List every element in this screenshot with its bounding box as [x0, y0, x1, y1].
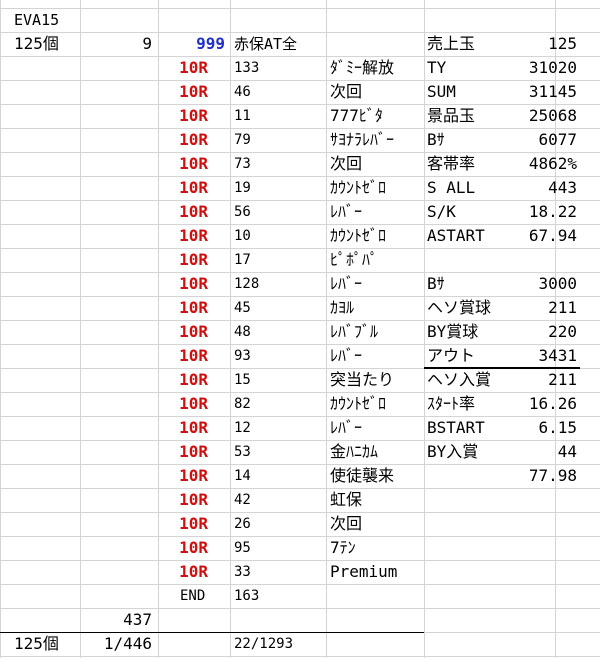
cell-round-count[interactable]: 42: [234, 488, 324, 512]
cell-title[interactable]: EVA15: [14, 8, 84, 32]
cell-round-label[interactable]: 10R: [158, 560, 208, 584]
cell-mode-code[interactable]: 999: [158, 32, 225, 56]
cell-stat-value[interactable]: 31145: [470, 80, 577, 104]
cell-round-count[interactable]: 14: [234, 464, 324, 488]
cell-stat-value[interactable]: 220: [470, 320, 577, 344]
out-row-underline: [424, 367, 580, 369]
cell-round-label[interactable]: 10R: [158, 272, 208, 296]
cell-stat-value[interactable]: 3431: [470, 344, 577, 368]
cell-round-label[interactable]: 10R: [158, 320, 208, 344]
cell-round-count[interactable]: 33: [234, 560, 324, 584]
footer-separator: [0, 632, 424, 633]
cell-round-count[interactable]: 48: [234, 320, 324, 344]
cell-round-note[interactable]: ﾋﾟﾎﾟﾊﾟ: [330, 248, 425, 272]
cell-stat-value[interactable]: 6.15: [470, 416, 577, 440]
cell-stat-value[interactable]: 125: [470, 32, 577, 56]
cell-round-label[interactable]: 10R: [158, 128, 208, 152]
cell-round-label[interactable]: 10R: [158, 464, 208, 488]
cell-round-label[interactable]: 10R: [158, 224, 208, 248]
cell-round-note[interactable]: ﾚﾊﾞｰ: [330, 344, 425, 368]
cell-round-count[interactable]: 73: [234, 152, 324, 176]
cell-count-label[interactable]: 125個: [14, 32, 80, 56]
cell-stat-value[interactable]: 4862%: [470, 152, 577, 176]
cell-round-count[interactable]: 56: [234, 200, 324, 224]
cell-round-note[interactable]: ｶﾖﾙ: [330, 296, 425, 320]
cell-total-value[interactable]: 437: [80, 608, 152, 632]
cell-round-count[interactable]: 11: [234, 104, 324, 128]
cell-round-label[interactable]: 10R: [158, 248, 208, 272]
cell-round-note[interactable]: ｶｳﾝﾄｾﾞﾛ: [330, 392, 425, 416]
cell-stat-value[interactable]: 3000: [470, 272, 577, 296]
cell-round-label[interactable]: 10R: [158, 104, 208, 128]
cell-round-note[interactable]: 金ﾊﾆｶﾑ: [330, 440, 425, 464]
cell-round-label[interactable]: 10R: [158, 80, 208, 104]
cell-round-count[interactable]: 45: [234, 296, 324, 320]
cell-round-note[interactable]: ﾚﾊﾞｰ: [330, 272, 425, 296]
cell-stat-value[interactable]: 18.22: [470, 200, 577, 224]
cell-round-count[interactable]: 93: [234, 344, 324, 368]
cell-round-count[interactable]: 15: [234, 368, 324, 392]
cell-stat-value[interactable]: 44: [470, 440, 577, 464]
cell-round-count[interactable]: 82: [234, 392, 324, 416]
cell-footer-hits[interactable]: 22/1293: [234, 632, 334, 656]
cell-round-label[interactable]: 10R: [158, 200, 208, 224]
cell-stat-value[interactable]: 25068: [470, 104, 577, 128]
cell-footer-ratio[interactable]: 1/446: [80, 632, 152, 656]
cell-round-note[interactable]: ｶｳﾝﾄｾﾞﾛ: [330, 176, 425, 200]
cell-round-count[interactable]: 12: [234, 416, 324, 440]
cell-round-count[interactable]: 19: [234, 176, 324, 200]
cell-stat-value[interactable]: 31020: [470, 56, 577, 80]
cell-round-note[interactable]: 7ﾃﾝ: [330, 536, 425, 560]
cell-round-note[interactable]: 777ﾋﾞﾀ: [330, 104, 425, 128]
cell-round-note[interactable]: 次回: [330, 152, 425, 176]
cell-round-label[interactable]: 10R: [158, 536, 208, 560]
cell-round-note[interactable]: 突当たり: [330, 368, 425, 392]
cell-round-note[interactable]: 次回: [330, 80, 425, 104]
cell-round-count[interactable]: 10: [234, 224, 324, 248]
cell-round-count[interactable]: 128: [234, 272, 324, 296]
cell-round-note[interactable]: ﾚﾊﾞｰ: [330, 200, 425, 224]
cell-round-note[interactable]: 使徒襲来: [330, 464, 425, 488]
cell-round-count[interactable]: 95: [234, 536, 324, 560]
cell-round-label[interactable]: 10R: [158, 440, 208, 464]
cell-footer-count[interactable]: 125個: [14, 632, 80, 656]
cell-stat-value[interactable]: 211: [470, 296, 577, 320]
cell-round-note[interactable]: ﾚﾊﾞｰ: [330, 416, 425, 440]
cell-round-label[interactable]: 10R: [158, 392, 208, 416]
cell-stat-value[interactable]: 16.26: [470, 392, 577, 416]
cell-round-note[interactable]: Premium: [330, 560, 425, 584]
cell-round-label[interactable]: 10R: [158, 296, 208, 320]
cell-round-label[interactable]: 10R: [158, 416, 208, 440]
cell-count-num[interactable]: 9: [80, 32, 152, 56]
cell-stat-value[interactable]: 211: [470, 368, 577, 392]
cell-round-count[interactable]: 53: [234, 440, 324, 464]
cell-round-label[interactable]: 10R: [158, 512, 208, 536]
grid-row-line: [0, 8, 600, 9]
cell-round-label[interactable]: 10R: [158, 488, 208, 512]
cell-end-value[interactable]: 163: [234, 584, 324, 608]
cell-round-count[interactable]: 79: [234, 128, 324, 152]
cell-stat-value[interactable]: 67.94: [470, 224, 577, 248]
cell-round-note[interactable]: 虹保: [330, 488, 425, 512]
cell-round-count[interactable]: 46: [234, 80, 324, 104]
cell-round-label[interactable]: 10R: [158, 368, 208, 392]
cell-round-note[interactable]: ｻﾖﾅﾗﾚﾊﾞｰ: [330, 128, 425, 152]
cell-round-label[interactable]: 10R: [158, 152, 208, 176]
cell-stat-value[interactable]: 443: [470, 176, 577, 200]
cell-mode-name[interactable]: 赤保AT全: [234, 32, 329, 56]
cell-round-label[interactable]: 10R: [158, 56, 208, 80]
cell-round-count[interactable]: 17: [234, 248, 324, 272]
cell-round-note[interactable]: 次回: [330, 512, 425, 536]
cell-stat-value[interactable]: 6077: [470, 128, 577, 152]
cell-round-label[interactable]: 10R: [158, 176, 208, 200]
cell-round-note[interactable]: ﾚﾊﾞﾌﾞﾙ: [330, 320, 425, 344]
grid-row-line: [0, 656, 600, 657]
cell-round-label[interactable]: 10R: [158, 344, 208, 368]
cell-round-count[interactable]: 133: [234, 56, 324, 80]
cell-round-count[interactable]: 26: [234, 512, 324, 536]
cell-end-label[interactable]: END: [180, 584, 230, 608]
cell-round-note[interactable]: ｶｳﾝﾄｾﾞﾛ: [330, 224, 425, 248]
cell-stat-value[interactable]: 77.98: [470, 464, 577, 488]
cell-round-note[interactable]: ﾀﾞﾐｰ解放: [330, 56, 425, 80]
